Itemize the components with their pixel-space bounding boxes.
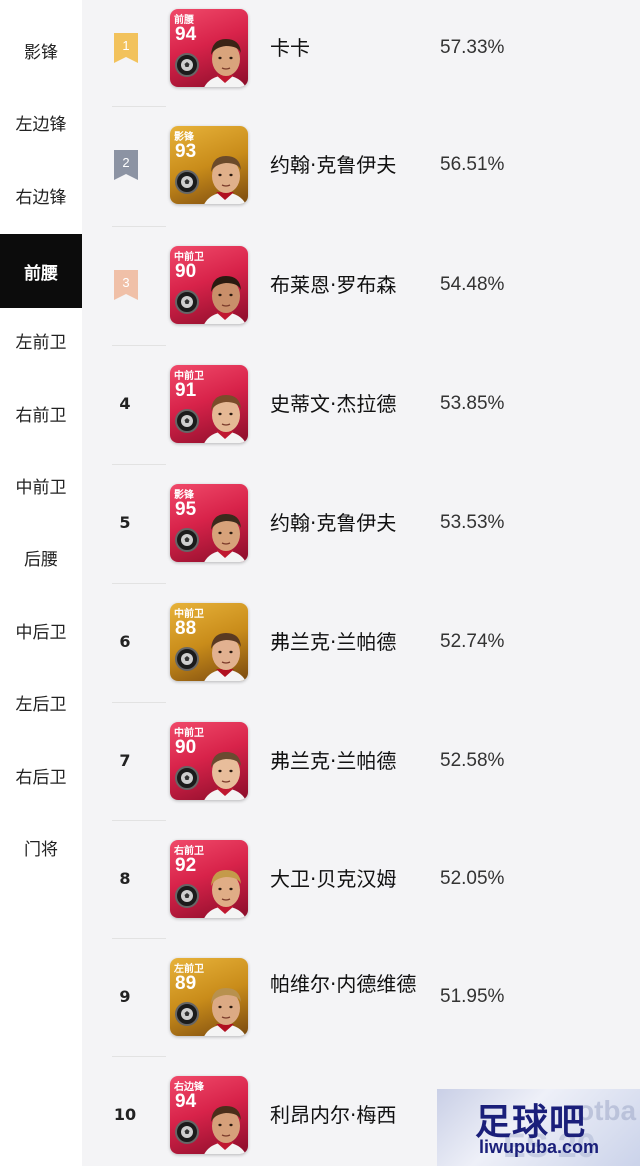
player-card[interactable]: 影锋 93: [170, 126, 248, 204]
player-name: 利昂内尔·梅西: [270, 1103, 397, 1127]
sidebar-item[interactable]: 右后卫: [0, 739, 82, 811]
ball-icon: [175, 409, 199, 433]
player-name: 约翰·克鲁伊夫: [270, 153, 397, 177]
card-rating: 89: [175, 973, 197, 994]
watermark-url: liwupuba.com: [479, 1137, 600, 1157]
ranking-row[interactable]: 5 影锋 95 约翰·克鲁伊夫 53.53%: [82, 464, 640, 582]
card-rating: 93: [175, 141, 197, 162]
card-rating: 91: [175, 380, 197, 401]
card-rating: 94: [175, 24, 197, 45]
ball-icon: [175, 170, 199, 194]
sidebar-item[interactable]: 左边锋: [0, 86, 82, 158]
player-card[interactable]: 中前卫 91: [170, 365, 248, 443]
rank-number: 5: [119, 513, 131, 532]
ranking-row[interactable]: 7 中前卫 90 弗兰克·兰帕德 52.58%: [82, 702, 640, 820]
ranking-row[interactable]: 6 中前卫 88 弗兰克·兰帕德 52.74%: [82, 583, 640, 701]
ball-icon: [175, 766, 199, 790]
site-watermark: otba ES 20 足球吧 liwupuba.com: [437, 1089, 640, 1166]
player-name: 大卫·贝克汉姆: [270, 867, 397, 891]
rank-number: 8: [119, 869, 131, 888]
player-card[interactable]: 中前卫 90: [170, 246, 248, 324]
card-rating: 95: [175, 499, 197, 520]
player-card[interactable]: 中前卫 90: [170, 722, 248, 800]
ranking-row[interactable]: 8 右前卫 92 大卫·贝克汉姆 52.05%: [82, 820, 640, 938]
ranking-list: 1 前腰 94 卡卡 57.33% 2 影锋 93 约翰·克鲁伊夫 56.51% 3 中前卫 90 布莱恩…: [82, 0, 640, 1166]
player-card[interactable]: 影锋 95: [170, 484, 248, 562]
player-name: 帕维尔·内德维德: [270, 972, 417, 996]
card-rating: 90: [175, 737, 197, 758]
ranking-row[interactable]: 1 前腰 94 卡卡 57.33%: [82, 0, 640, 108]
ranking-row[interactable]: 4 中前卫 91 史蒂文·杰拉德 53.85%: [82, 345, 640, 463]
rank-number: 6: [119, 632, 131, 651]
sidebar-item[interactable]: 右前卫: [0, 377, 82, 449]
usage-percent: 53.53%: [440, 512, 505, 533]
card-rating: 94: [175, 1091, 197, 1112]
player-portrait: [204, 752, 246, 800]
player-card[interactable]: 前腰 94: [170, 9, 248, 87]
player-name: 弗兰克·兰帕德: [270, 630, 397, 654]
player-name: 约翰·克鲁伊夫: [270, 511, 397, 535]
sidebar-item[interactable]: 左后卫: [0, 666, 82, 738]
rank-badge: 1: [114, 33, 138, 63]
ball-icon: [175, 1120, 199, 1144]
player-portrait: [204, 395, 246, 443]
sidebar-item[interactable]: 左前卫: [0, 304, 82, 376]
player-name: 布莱恩·罗布森: [270, 273, 397, 297]
sidebar-item[interactable]: 中后卫: [0, 594, 82, 666]
player-card[interactable]: 右边锋 94: [170, 1076, 248, 1154]
sidebar-item[interactable]: 中前卫: [0, 449, 82, 521]
ball-icon: [175, 290, 199, 314]
usage-percent: 53.85%: [440, 393, 505, 414]
player-portrait: [204, 1106, 246, 1154]
rank-number: 9: [119, 987, 131, 1006]
player-portrait: [204, 633, 246, 681]
player-name: 卡卡: [270, 36, 310, 60]
player-name: 史蒂文·杰拉德: [270, 392, 397, 416]
sidebar-item[interactable]: 前腰: [0, 234, 82, 308]
position-sidebar: 影锋 左边锋 右边锋 前腰 左前卫 右前卫 中前卫 后腰 中后卫 左后卫 右后卫 门将: [0, 0, 82, 1166]
rank-number: 10: [113, 1105, 137, 1124]
player-portrait: [204, 156, 246, 204]
ball-icon: [175, 528, 199, 552]
usage-percent: 52.74%: [440, 631, 505, 652]
ball-icon: [175, 884, 199, 908]
sidebar-item[interactable]: 右边锋: [0, 159, 82, 231]
usage-percent: 51.95%: [440, 986, 505, 1007]
player-card[interactable]: 左前卫 89: [170, 958, 248, 1036]
player-portrait: [204, 514, 246, 562]
usage-percent: 57.33%: [440, 37, 505, 58]
ball-icon: [175, 647, 199, 671]
usage-percent: 56.51%: [440, 154, 505, 175]
player-portrait: [204, 276, 246, 324]
rank-badge: 2: [114, 150, 138, 180]
card-rating: 90: [175, 261, 197, 282]
card-rating: 92: [175, 855, 197, 876]
sidebar-item[interactable]: 门将: [0, 811, 82, 883]
player-name: 弗兰克·兰帕德: [270, 749, 397, 773]
card-rating: 88: [175, 618, 197, 639]
ball-icon: [175, 1002, 199, 1026]
ranking-row[interactable]: 9 左前卫 89 帕维尔·内德维德 51.95%: [82, 938, 640, 1056]
sidebar-item[interactable]: 影锋: [0, 14, 82, 86]
player-card[interactable]: 中前卫 88: [170, 603, 248, 681]
ranking-row[interactable]: 2 影锋 93 约翰·克鲁伊夫 56.51%: [82, 106, 640, 224]
usage-percent: 54.48%: [440, 274, 505, 295]
rank-number: 7: [119, 751, 131, 770]
ranking-row[interactable]: 3 中前卫 90 布莱恩·罗布森 54.48%: [82, 226, 640, 344]
player-card[interactable]: 右前卫 92: [170, 840, 248, 918]
usage-percent: 52.05%: [440, 868, 505, 889]
rank-badge: 3: [114, 270, 138, 300]
ball-icon: [175, 53, 199, 77]
rank-number: 4: [119, 394, 131, 413]
player-portrait: [204, 39, 246, 87]
usage-percent: 52.58%: [440, 750, 505, 771]
player-portrait: [204, 988, 246, 1036]
player-portrait: [204, 870, 246, 918]
sidebar-item[interactable]: 后腰: [0, 521, 82, 593]
